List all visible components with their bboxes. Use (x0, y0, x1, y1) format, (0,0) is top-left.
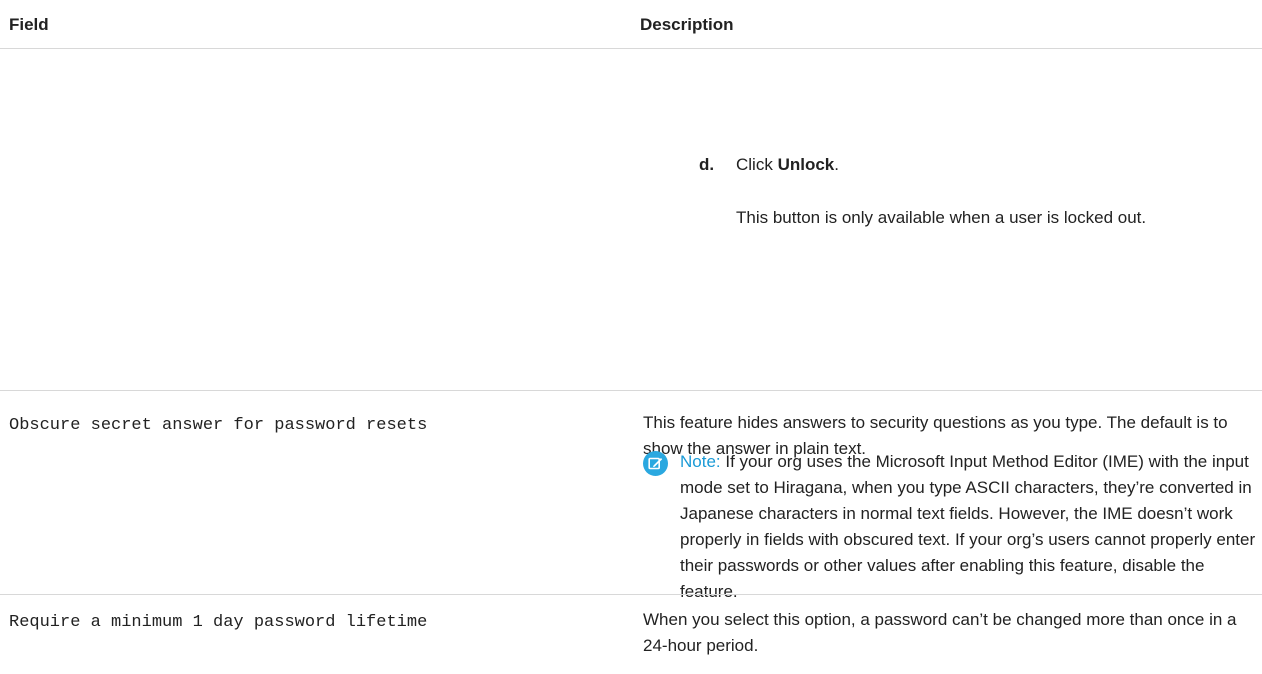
step-action: Unlock (777, 155, 835, 174)
note-block: Note: If your org uses the Microsoft Inp… (680, 449, 1258, 605)
header-description: Description (640, 15, 734, 34)
note-text: If your org uses the Microsoft Input Met… (680, 452, 1256, 601)
field-name: Require a minimum 1 day password lifetim… (9, 613, 428, 632)
row-divider (0, 594, 1262, 595)
step-suffix: . (834, 155, 839, 174)
step-prefix: Click (736, 155, 778, 174)
table-header: Field Description (0, 0, 1262, 49)
step-detail: This button is only available when a use… (736, 208, 1147, 227)
step-number: d. (699, 155, 715, 174)
note-edit-icon (643, 451, 668, 476)
row-divider (0, 390, 1262, 391)
note-label: Note: (680, 452, 721, 471)
step-instruction: Click Unlock. (736, 155, 839, 175)
field-description: When you select this option, a password … (643, 610, 1237, 655)
header-field: Field (9, 15, 49, 34)
field-name: Obscure secret answer for password reset… (9, 416, 428, 435)
